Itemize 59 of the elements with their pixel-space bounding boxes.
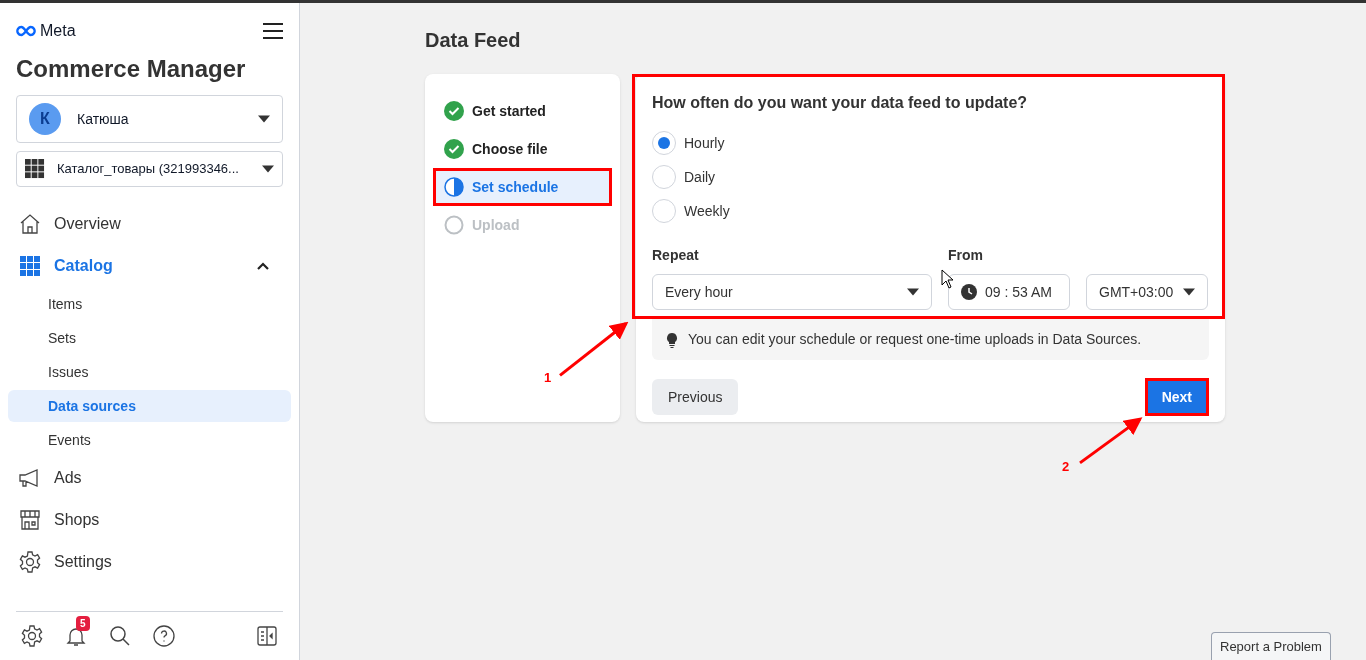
menu-icon[interactable] bbox=[263, 23, 283, 39]
question: How often do you want your data feed to update? bbox=[652, 93, 1029, 113]
next-button[interactable]: Next bbox=[1144, 378, 1209, 416]
catalog-selector[interactable]: Каталог_товары (321993346... bbox=[16, 151, 283, 187]
collapse-panel-icon[interactable] bbox=[255, 624, 279, 648]
nav-subitem[interactable]: Events bbox=[8, 424, 291, 456]
nav-subitem[interactable]: Items bbox=[8, 288, 291, 320]
nav-subitem[interactable]: Data sources bbox=[8, 390, 291, 422]
lightbulb-icon bbox=[664, 331, 680, 348]
notification-badge: 5 bbox=[76, 616, 90, 631]
option-label: Daily bbox=[684, 167, 716, 187]
nav-item[interactable]: Catalog bbox=[16, 245, 283, 287]
caret-icon bbox=[258, 115, 270, 123]
search-icon[interactable] bbox=[108, 624, 132, 648]
chevron-up-icon[interactable] bbox=[257, 262, 269, 270]
help-icon[interactable] bbox=[152, 624, 176, 648]
grid-icon bbox=[25, 159, 45, 179]
field-label: Repeat bbox=[652, 246, 700, 265]
settings-icon bbox=[20, 624, 44, 648]
nav-subitem[interactable]: Sets bbox=[8, 322, 291, 354]
nav-item[interactable]: Overview bbox=[16, 203, 283, 245]
mouse-cursor-icon bbox=[941, 269, 953, 289]
annotation-number: 1 bbox=[544, 369, 552, 387]
caret-icon bbox=[907, 288, 919, 296]
nav-item[interactable]: Shops bbox=[16, 499, 283, 541]
nav-item[interactable]: Settings bbox=[16, 541, 283, 583]
step-item[interactable]: Set schedule bbox=[433, 168, 612, 206]
annotation-arrow bbox=[559, 321, 629, 377]
page-title: Data Feed bbox=[425, 29, 522, 51]
timezone-dropdown[interactable]: GMT+03:00 bbox=[1086, 274, 1208, 310]
previous-button[interactable]: Previous bbox=[652, 379, 739, 415]
home-icon bbox=[18, 212, 42, 236]
radio-button[interactable] bbox=[652, 165, 676, 189]
option-label: Hourly bbox=[684, 133, 725, 153]
step-item[interactable]: Choose file bbox=[433, 130, 612, 168]
annotation-arrow bbox=[1079, 417, 1143, 465]
caret-icon bbox=[262, 165, 274, 173]
storefront-icon bbox=[18, 508, 42, 532]
field-label: From bbox=[948, 246, 984, 265]
option-label: Weekly bbox=[684, 201, 730, 221]
avatar: К bbox=[29, 103, 61, 135]
repeat-dropdown[interactable]: Every hour bbox=[652, 274, 932, 310]
time-field[interactable]: 09 : 53 AM bbox=[948, 274, 1070, 310]
infinity-logo-icon bbox=[16, 25, 36, 37]
radio-button[interactable] bbox=[652, 199, 676, 223]
grid-icon bbox=[18, 254, 42, 278]
step-item[interactable]: Get started bbox=[433, 92, 612, 130]
tip-box: You can edit your schedule or request one-time uploads in Data Sources. bbox=[652, 319, 1209, 360]
brand-name: Meta bbox=[40, 21, 76, 41]
report-problem-button[interactable]: Report a Problem bbox=[1211, 632, 1331, 660]
nav-item[interactable]: Ads bbox=[16, 457, 283, 499]
radio-button[interactable] bbox=[652, 131, 676, 155]
caret-icon bbox=[1183, 288, 1195, 296]
account-selector[interactable]: К Катюша bbox=[16, 95, 283, 143]
app-title: Commerce Manager bbox=[16, 54, 247, 84]
annotation-number: 2 bbox=[1062, 458, 1070, 476]
clock-icon bbox=[961, 284, 977, 300]
settings-icon bbox=[18, 550, 42, 574]
nav-subitem[interactable]: Issues bbox=[8, 356, 291, 388]
